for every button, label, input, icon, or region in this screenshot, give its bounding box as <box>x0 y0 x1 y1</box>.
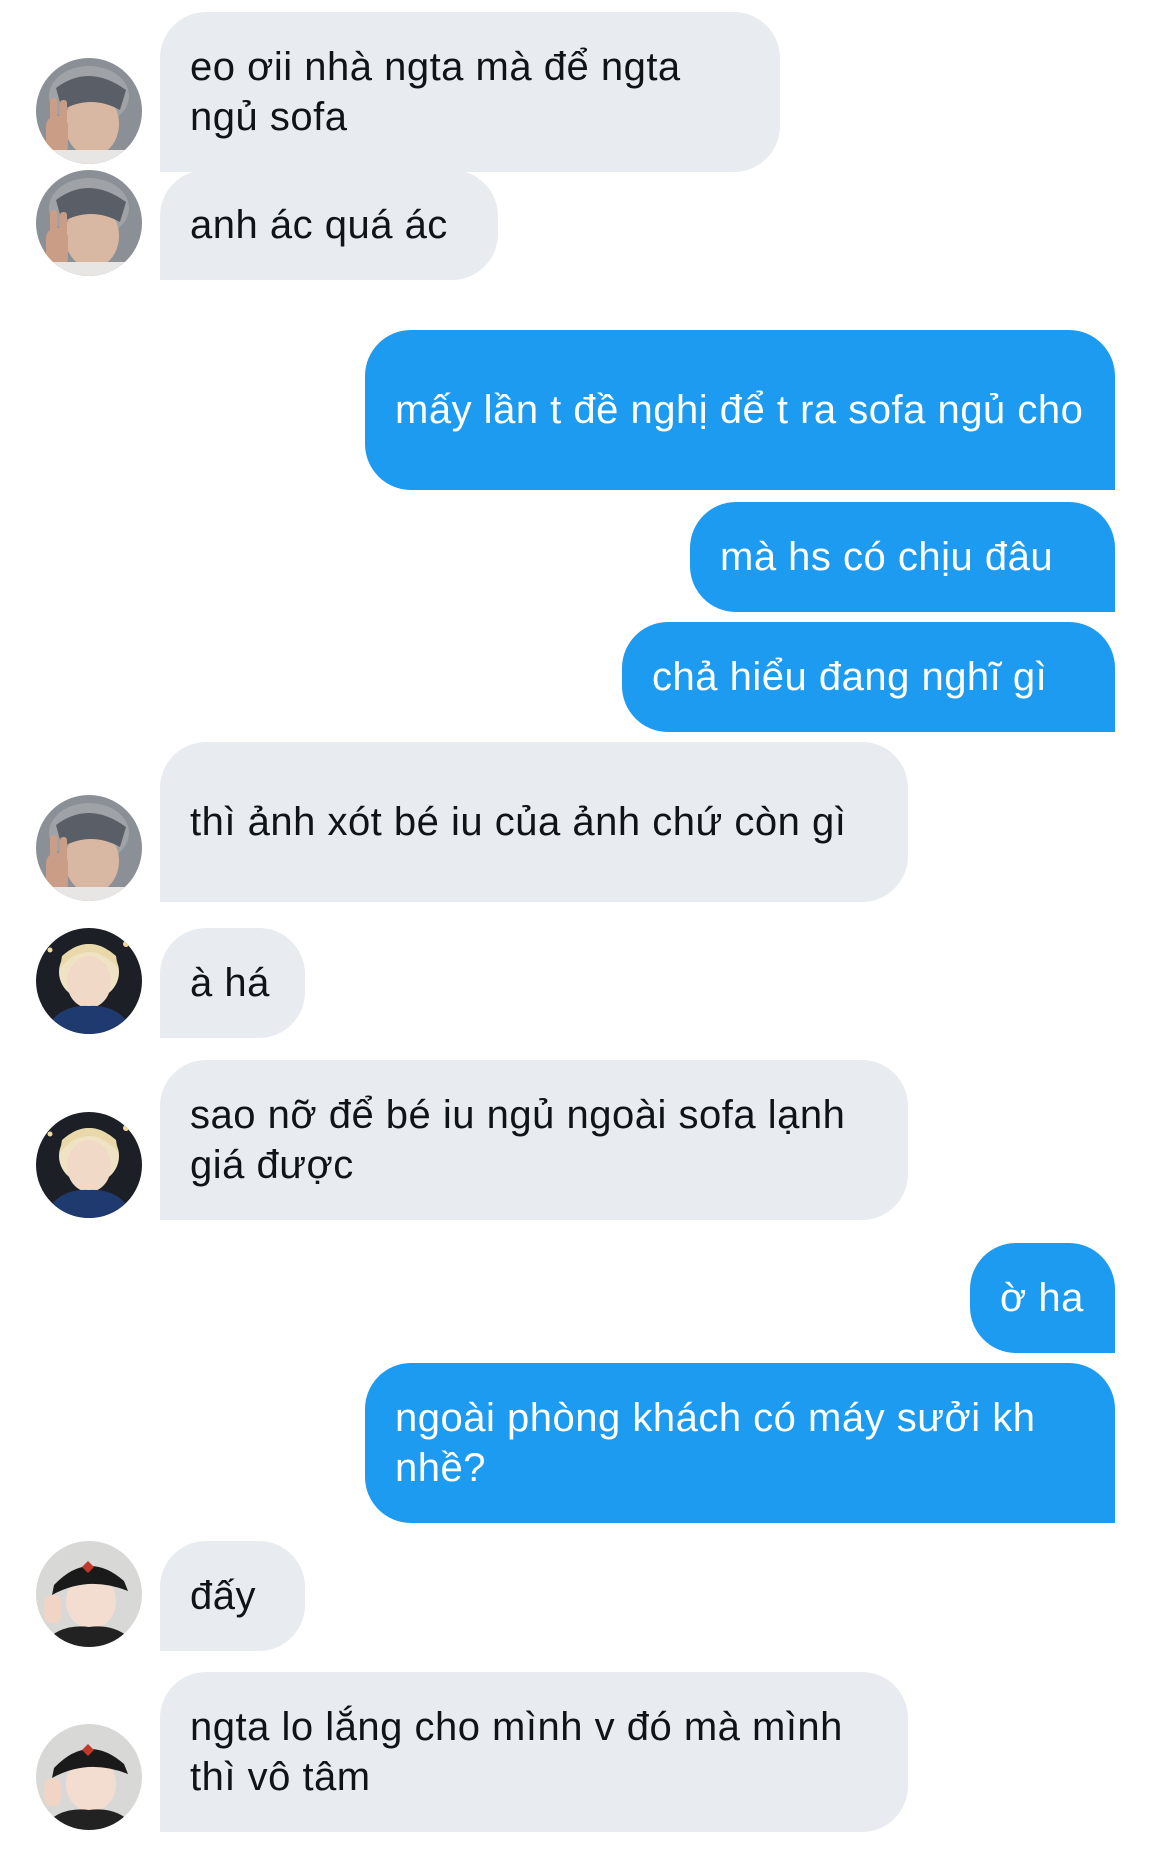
message-text: mấy lần t đề nghị để t ra sofa ngủ cho <box>395 388 1084 432</box>
avatar-blonde-hair-icon <box>36 928 142 1034</box>
outgoing-message[interactable]: ờ ha <box>970 1243 1115 1353</box>
avatar[interactable] <box>36 170 142 276</box>
incoming-message[interactable]: đấy <box>160 1541 305 1651</box>
message-text: đấy <box>190 1574 256 1618</box>
incoming-message[interactable]: anh ác quá ác <box>160 170 498 280</box>
avatar-dark-hair-peace-sign-icon <box>36 795 142 901</box>
message-text: anh ác quá ác <box>190 203 448 247</box>
avatar[interactable] <box>36 1724 142 1830</box>
avatar[interactable] <box>36 1112 142 1218</box>
message-text: ngta lo lắng cho mình v đó mà mình thì v… <box>190 1705 843 1799</box>
incoming-message[interactable]: sao nỡ để bé iu ngủ ngoài sofa lạnh giá … <box>160 1060 908 1220</box>
message-text: ngoài phòng khách có máy sưởi kh nhề? <box>395 1396 1036 1490</box>
avatar[interactable] <box>36 58 142 164</box>
avatar-black-cap-icon <box>36 1724 142 1830</box>
avatar[interactable] <box>36 795 142 901</box>
message-text: thì ảnh xót bé iu của ảnh chứ còn gì <box>190 800 847 844</box>
avatar-dark-hair-peace-sign-icon <box>36 58 142 164</box>
outgoing-message[interactable]: mà hs có chịu đâu <box>690 502 1115 612</box>
message-text: ờ ha <box>1000 1276 1084 1320</box>
avatar[interactable] <box>36 1541 142 1647</box>
outgoing-message[interactable]: mấy lần t đề nghị để t ra sofa ngủ cho <box>365 330 1115 490</box>
incoming-message[interactable]: thì ảnh xót bé iu của ảnh chứ còn gì <box>160 742 908 902</box>
avatar[interactable] <box>36 928 142 1034</box>
avatar-dark-hair-peace-sign-icon <box>36 170 142 276</box>
message-text: mà hs có chịu đâu <box>720 535 1054 579</box>
conversation-thread: eo ơii nhà ngta mà để ngta ngủ sofa anh … <box>0 0 1170 1869</box>
message-text: à há <box>190 961 270 1005</box>
incoming-message[interactable]: ngta lo lắng cho mình v đó mà mình thì v… <box>160 1672 908 1832</box>
message-text: chả hiểu đang nghĩ gì <box>652 655 1048 699</box>
message-text: eo ơii nhà ngta mà để ngta ngủ sofa <box>190 45 681 139</box>
avatar-black-cap-icon <box>36 1541 142 1647</box>
avatar-blonde-hair-icon <box>36 1112 142 1218</box>
incoming-message[interactable]: à há <box>160 928 305 1038</box>
message-text: sao nỡ để bé iu ngủ ngoài sofa lạnh giá … <box>190 1093 846 1187</box>
incoming-message[interactable]: eo ơii nhà ngta mà để ngta ngủ sofa <box>160 12 780 172</box>
outgoing-message[interactable]: chả hiểu đang nghĩ gì <box>622 622 1115 732</box>
outgoing-message[interactable]: ngoài phòng khách có máy sưởi kh nhề? <box>365 1363 1115 1523</box>
